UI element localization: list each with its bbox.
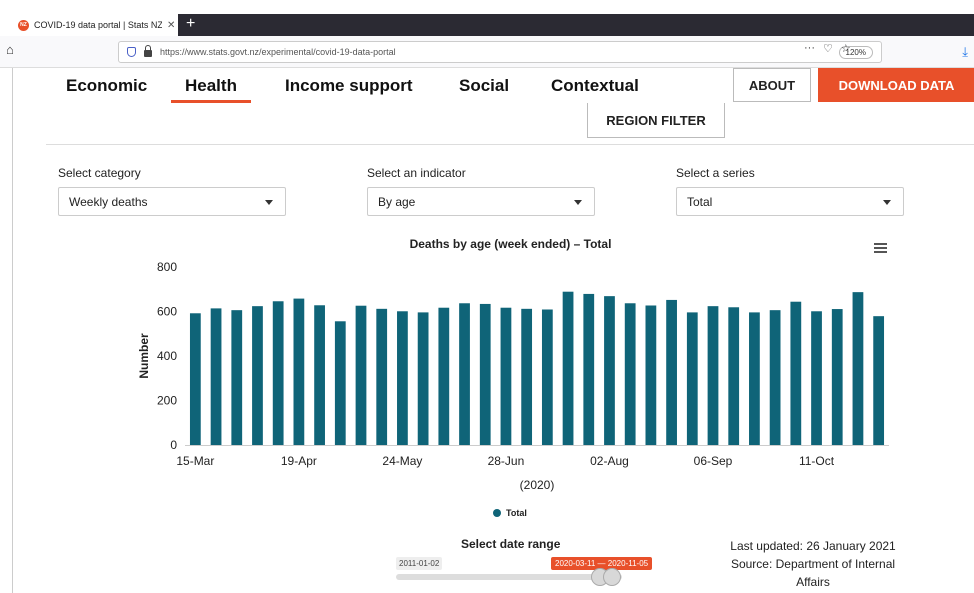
y-tick-label: 800 bbox=[157, 260, 177, 274]
x-tick-label: 02-Aug bbox=[590, 454, 629, 468]
bar bbox=[707, 306, 719, 445]
date-range-label: Select date range bbox=[461, 537, 561, 551]
url-text[interactable]: https://www.stats.govt.nz/experimental/c… bbox=[160, 47, 839, 57]
bar bbox=[541, 309, 553, 445]
bar bbox=[189, 313, 201, 445]
bar bbox=[790, 301, 802, 445]
x-tick-label: 11-Oct bbox=[799, 454, 835, 468]
url-actions: ··· ♡ ☆ bbox=[804, 42, 851, 55]
legend-dot-icon bbox=[493, 509, 501, 517]
bar bbox=[334, 321, 346, 445]
bar bbox=[645, 305, 657, 445]
close-icon[interactable]: ✕ bbox=[167, 20, 175, 31]
bar bbox=[831, 309, 843, 445]
pocket-icon[interactable]: ♡ bbox=[823, 42, 833, 55]
bar bbox=[479, 303, 491, 445]
bar bbox=[749, 312, 760, 445]
y-tick-label: 200 bbox=[157, 394, 177, 408]
date-range-track[interactable] bbox=[396, 574, 622, 580]
x-tick-label: 28-Jun bbox=[488, 454, 525, 468]
x-tick-label: 15-Mar bbox=[176, 454, 214, 468]
x-tick-label: 06-Sep bbox=[694, 454, 733, 468]
bar bbox=[852, 292, 864, 445]
x-axis-label: (2020) bbox=[520, 478, 555, 492]
bar bbox=[666, 299, 677, 445]
browser-navbar: ⌂ https://www.stats.govt.nz/experimental… bbox=[0, 36, 974, 68]
bar bbox=[293, 298, 305, 445]
bar bbox=[873, 316, 885, 445]
tab-title: COVID-19 data portal | Stats NZ bbox=[34, 20, 162, 30]
y-tick-label: 600 bbox=[157, 305, 177, 319]
url-bar[interactable]: https://www.stats.govt.nz/experimental/c… bbox=[118, 41, 882, 63]
page-content: Economic Health Income support Social Co… bbox=[12, 68, 974, 593]
bar bbox=[769, 310, 781, 445]
shield-icon[interactable] bbox=[127, 47, 136, 57]
bar bbox=[417, 312, 429, 445]
bar bbox=[438, 307, 450, 445]
bookmark-star-icon[interactable]: ☆ bbox=[841, 42, 851, 55]
range-handle-end[interactable] bbox=[603, 568, 621, 586]
chart-legend[interactable]: Total bbox=[493, 508, 527, 518]
more-actions-icon[interactable]: ··· bbox=[804, 42, 815, 55]
data-source: Source: Department of Internal Affairs bbox=[730, 557, 896, 589]
y-axis-label: Number bbox=[137, 333, 151, 379]
lock-icon[interactable] bbox=[144, 45, 152, 57]
downloads-icon[interactable]: ⤓ bbox=[962, 44, 968, 60]
browser-tab[interactable]: NZ COVID-19 data portal | Stats NZ ✕ bbox=[12, 14, 178, 36]
home-icon[interactable]: ⌂ bbox=[6, 42, 14, 57]
bar bbox=[624, 303, 636, 445]
bar bbox=[252, 306, 263, 445]
bar bbox=[314, 305, 325, 445]
bar bbox=[604, 296, 615, 445]
bar bbox=[376, 308, 388, 445]
bar bbox=[811, 311, 822, 445]
bar bbox=[500, 307, 512, 445]
bar bbox=[231, 310, 243, 445]
bar bbox=[397, 311, 408, 445]
bar bbox=[210, 308, 222, 445]
bar bbox=[686, 312, 698, 445]
y-tick-label: 0 bbox=[170, 438, 177, 452]
legend-label: Total bbox=[506, 508, 527, 518]
bar bbox=[272, 301, 284, 445]
tabstrip-background bbox=[178, 14, 974, 36]
browser-tabstrip: NZ COVID-19 data portal | Stats NZ ✕ + bbox=[0, 0, 974, 36]
bar bbox=[728, 307, 740, 445]
range-start-label: 2011-01-02 bbox=[396, 557, 443, 570]
last-updated: Last updated: 26 January 2021 bbox=[730, 539, 896, 553]
bar bbox=[459, 303, 470, 445]
bar bbox=[562, 291, 574, 445]
bar bbox=[583, 293, 595, 445]
bar bbox=[355, 305, 367, 445]
x-tick-label: 19-Apr bbox=[281, 454, 317, 468]
footer-info: Last updated: 26 January 2021 Source: De… bbox=[713, 537, 913, 591]
bar bbox=[521, 308, 533, 445]
y-tick-label: 400 bbox=[157, 349, 177, 363]
new-tab-button[interactable]: + bbox=[186, 14, 195, 36]
deaths-bar-chart: 0 200 400 600 800 Number 15-Mar 19-Apr 24-May 28-… bbox=[137, 260, 889, 492]
x-tick-label: 24-May bbox=[382, 454, 422, 468]
stats-nz-favicon-icon: NZ bbox=[18, 19, 29, 31]
